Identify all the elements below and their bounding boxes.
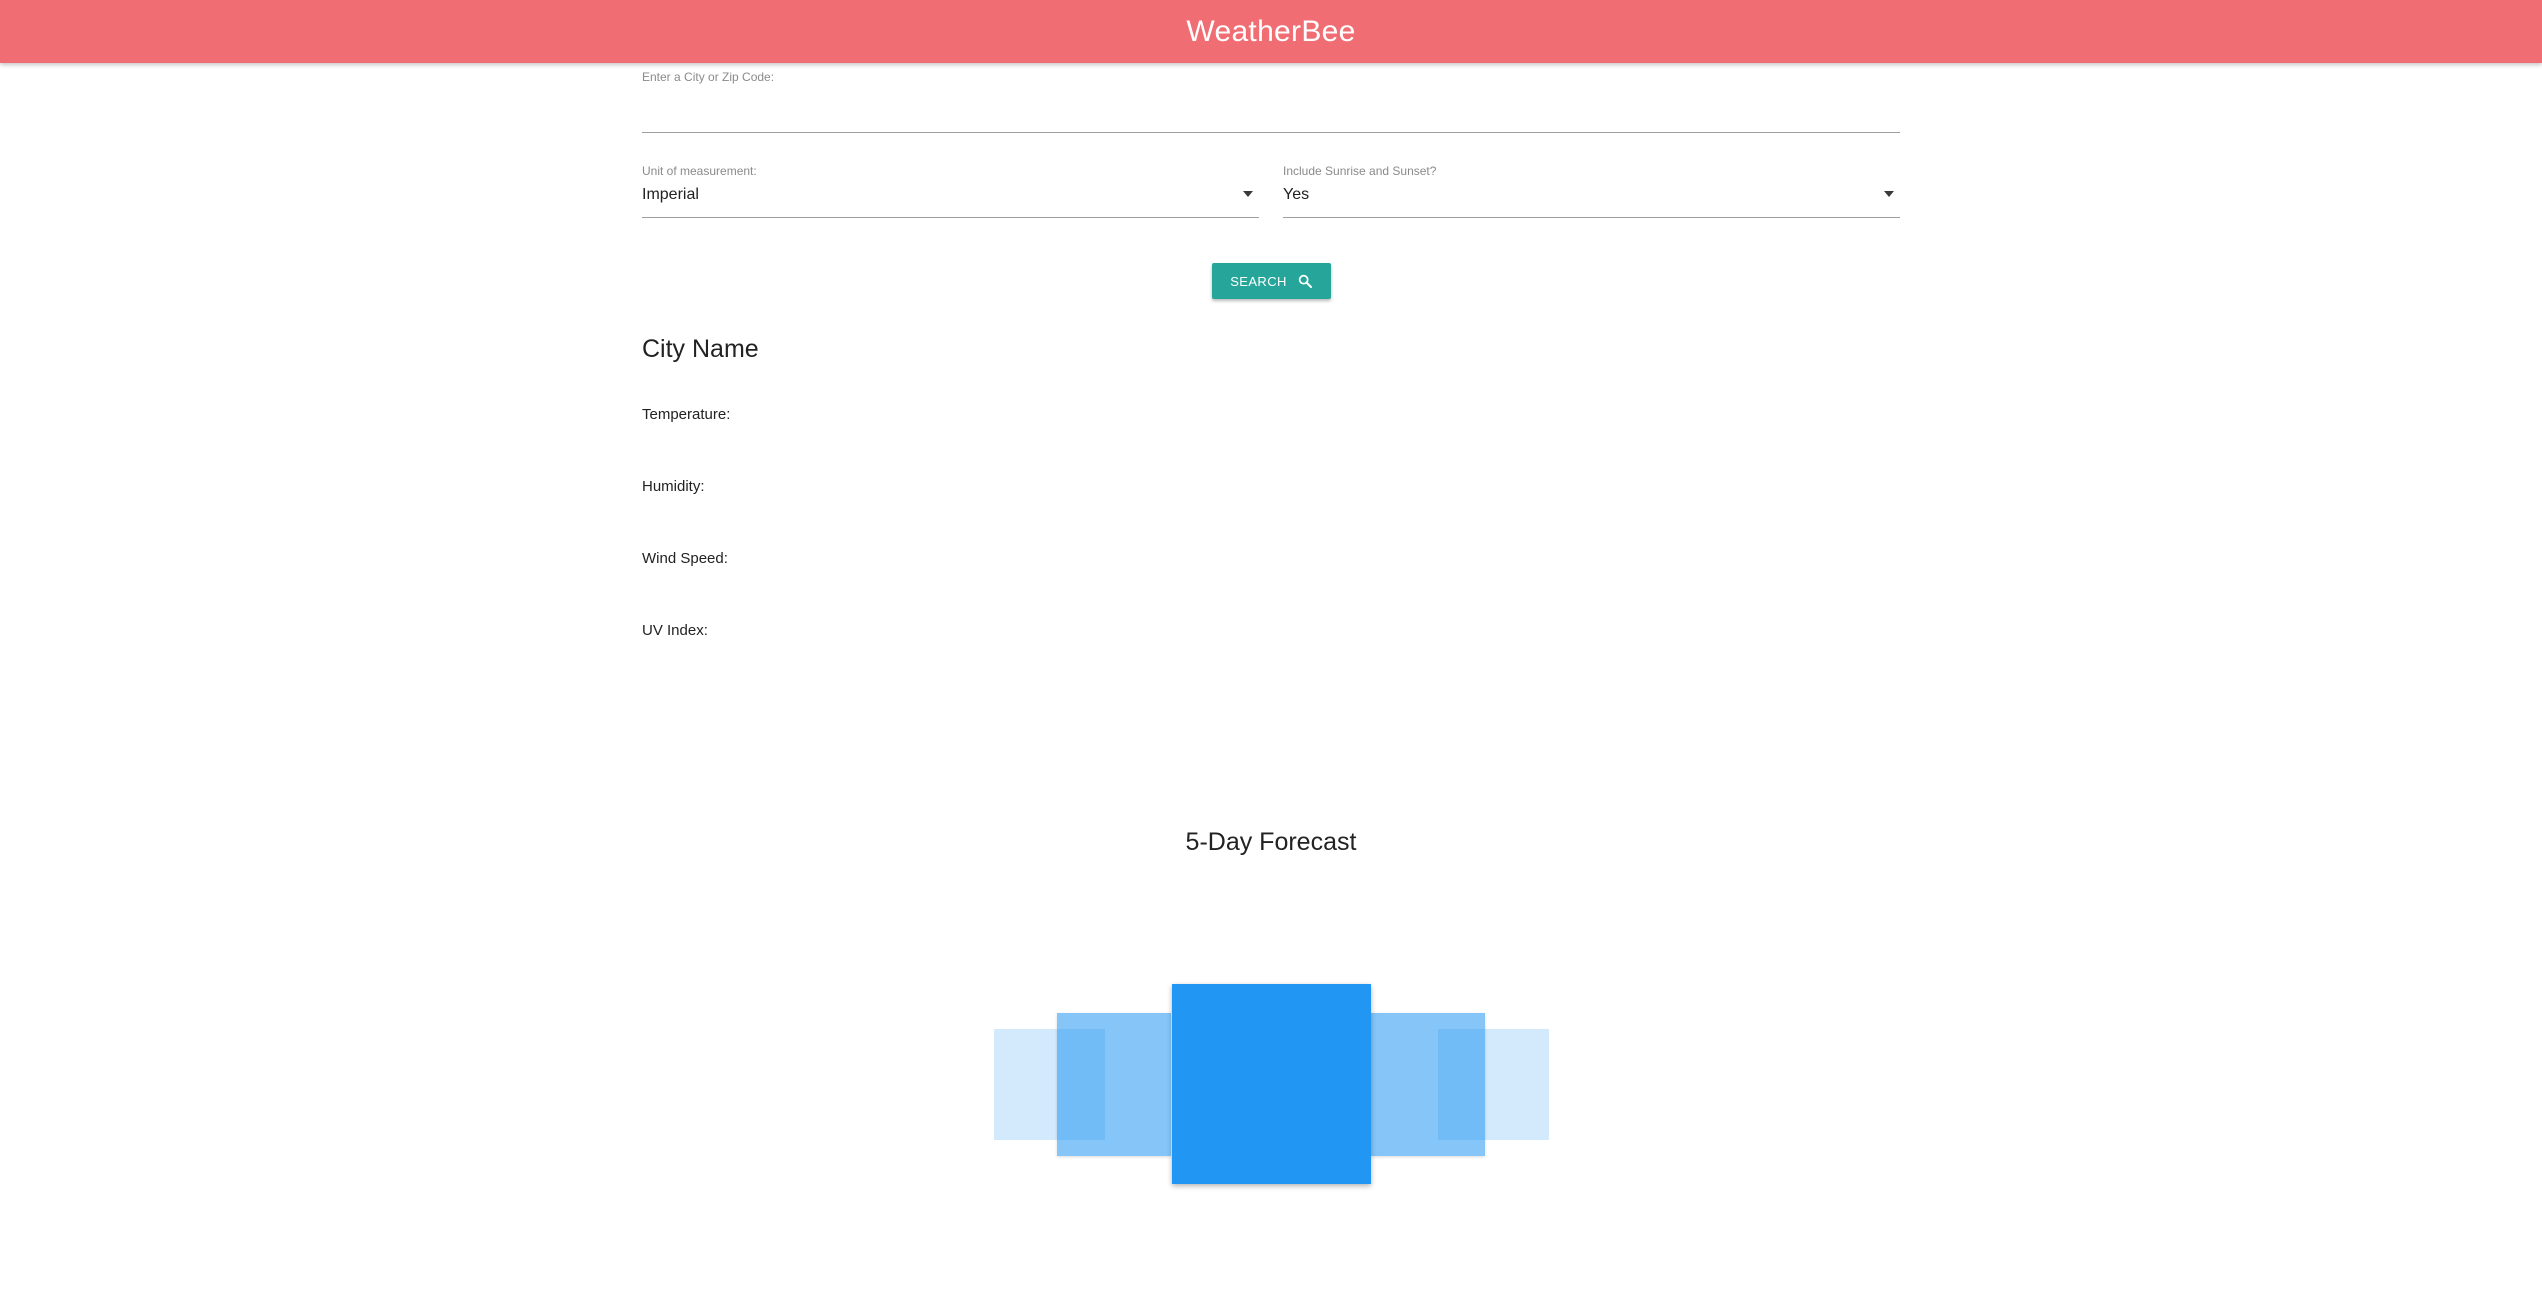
sunrise-sunset-value[interactable]: Yes (1283, 186, 1309, 204)
unit-select-value[interactable]: Imperial (642, 186, 699, 204)
forecast-card-2[interactable] (1057, 1013, 1171, 1156)
chevron-down-icon[interactable] (1243, 191, 1253, 197)
unit-select[interactable]: Unit of measurement: Imperial (642, 162, 1259, 220)
uv-index-label: UV Index: (642, 622, 708, 639)
sunrise-sunset-label: Include Sunrise and Sunset? (1283, 164, 1437, 178)
wind-speed-label: Wind Speed: (642, 550, 728, 567)
chevron-down-icon[interactable] (1884, 191, 1894, 197)
city-search-underline (642, 132, 1900, 133)
forecast-card-3[interactable] (1172, 984, 1371, 1184)
forecast-heading: 5-Day Forecast (1185, 828, 1357, 856)
search-button[interactable]: SEARCH (1212, 263, 1331, 299)
sunrise-sunset-underline (1283, 217, 1900, 218)
sunrise-sunset-select[interactable]: Include Sunrise and Sunset? Yes (1283, 162, 1900, 220)
unit-select-label: Unit of measurement: (642, 164, 757, 178)
city-search-label: Enter a City or Zip Code: (642, 70, 775, 84)
city-name-heading: City Name (642, 335, 759, 363)
city-search-input[interactable] (642, 98, 1900, 128)
forecast-card-4[interactable] (1371, 1013, 1485, 1156)
unit-select-underline (642, 217, 1259, 218)
humidity-label: Humidity: (642, 478, 705, 495)
city-search-field: Enter a City or Zip Code: (642, 68, 1900, 134)
temperature-label: Temperature: (642, 406, 731, 423)
app-title: WeatherBee (1186, 14, 1356, 48)
app-bar: WeatherBee (0, 0, 2542, 63)
search-button-label: SEARCH (1230, 273, 1287, 289)
search-icon (1298, 274, 1312, 288)
